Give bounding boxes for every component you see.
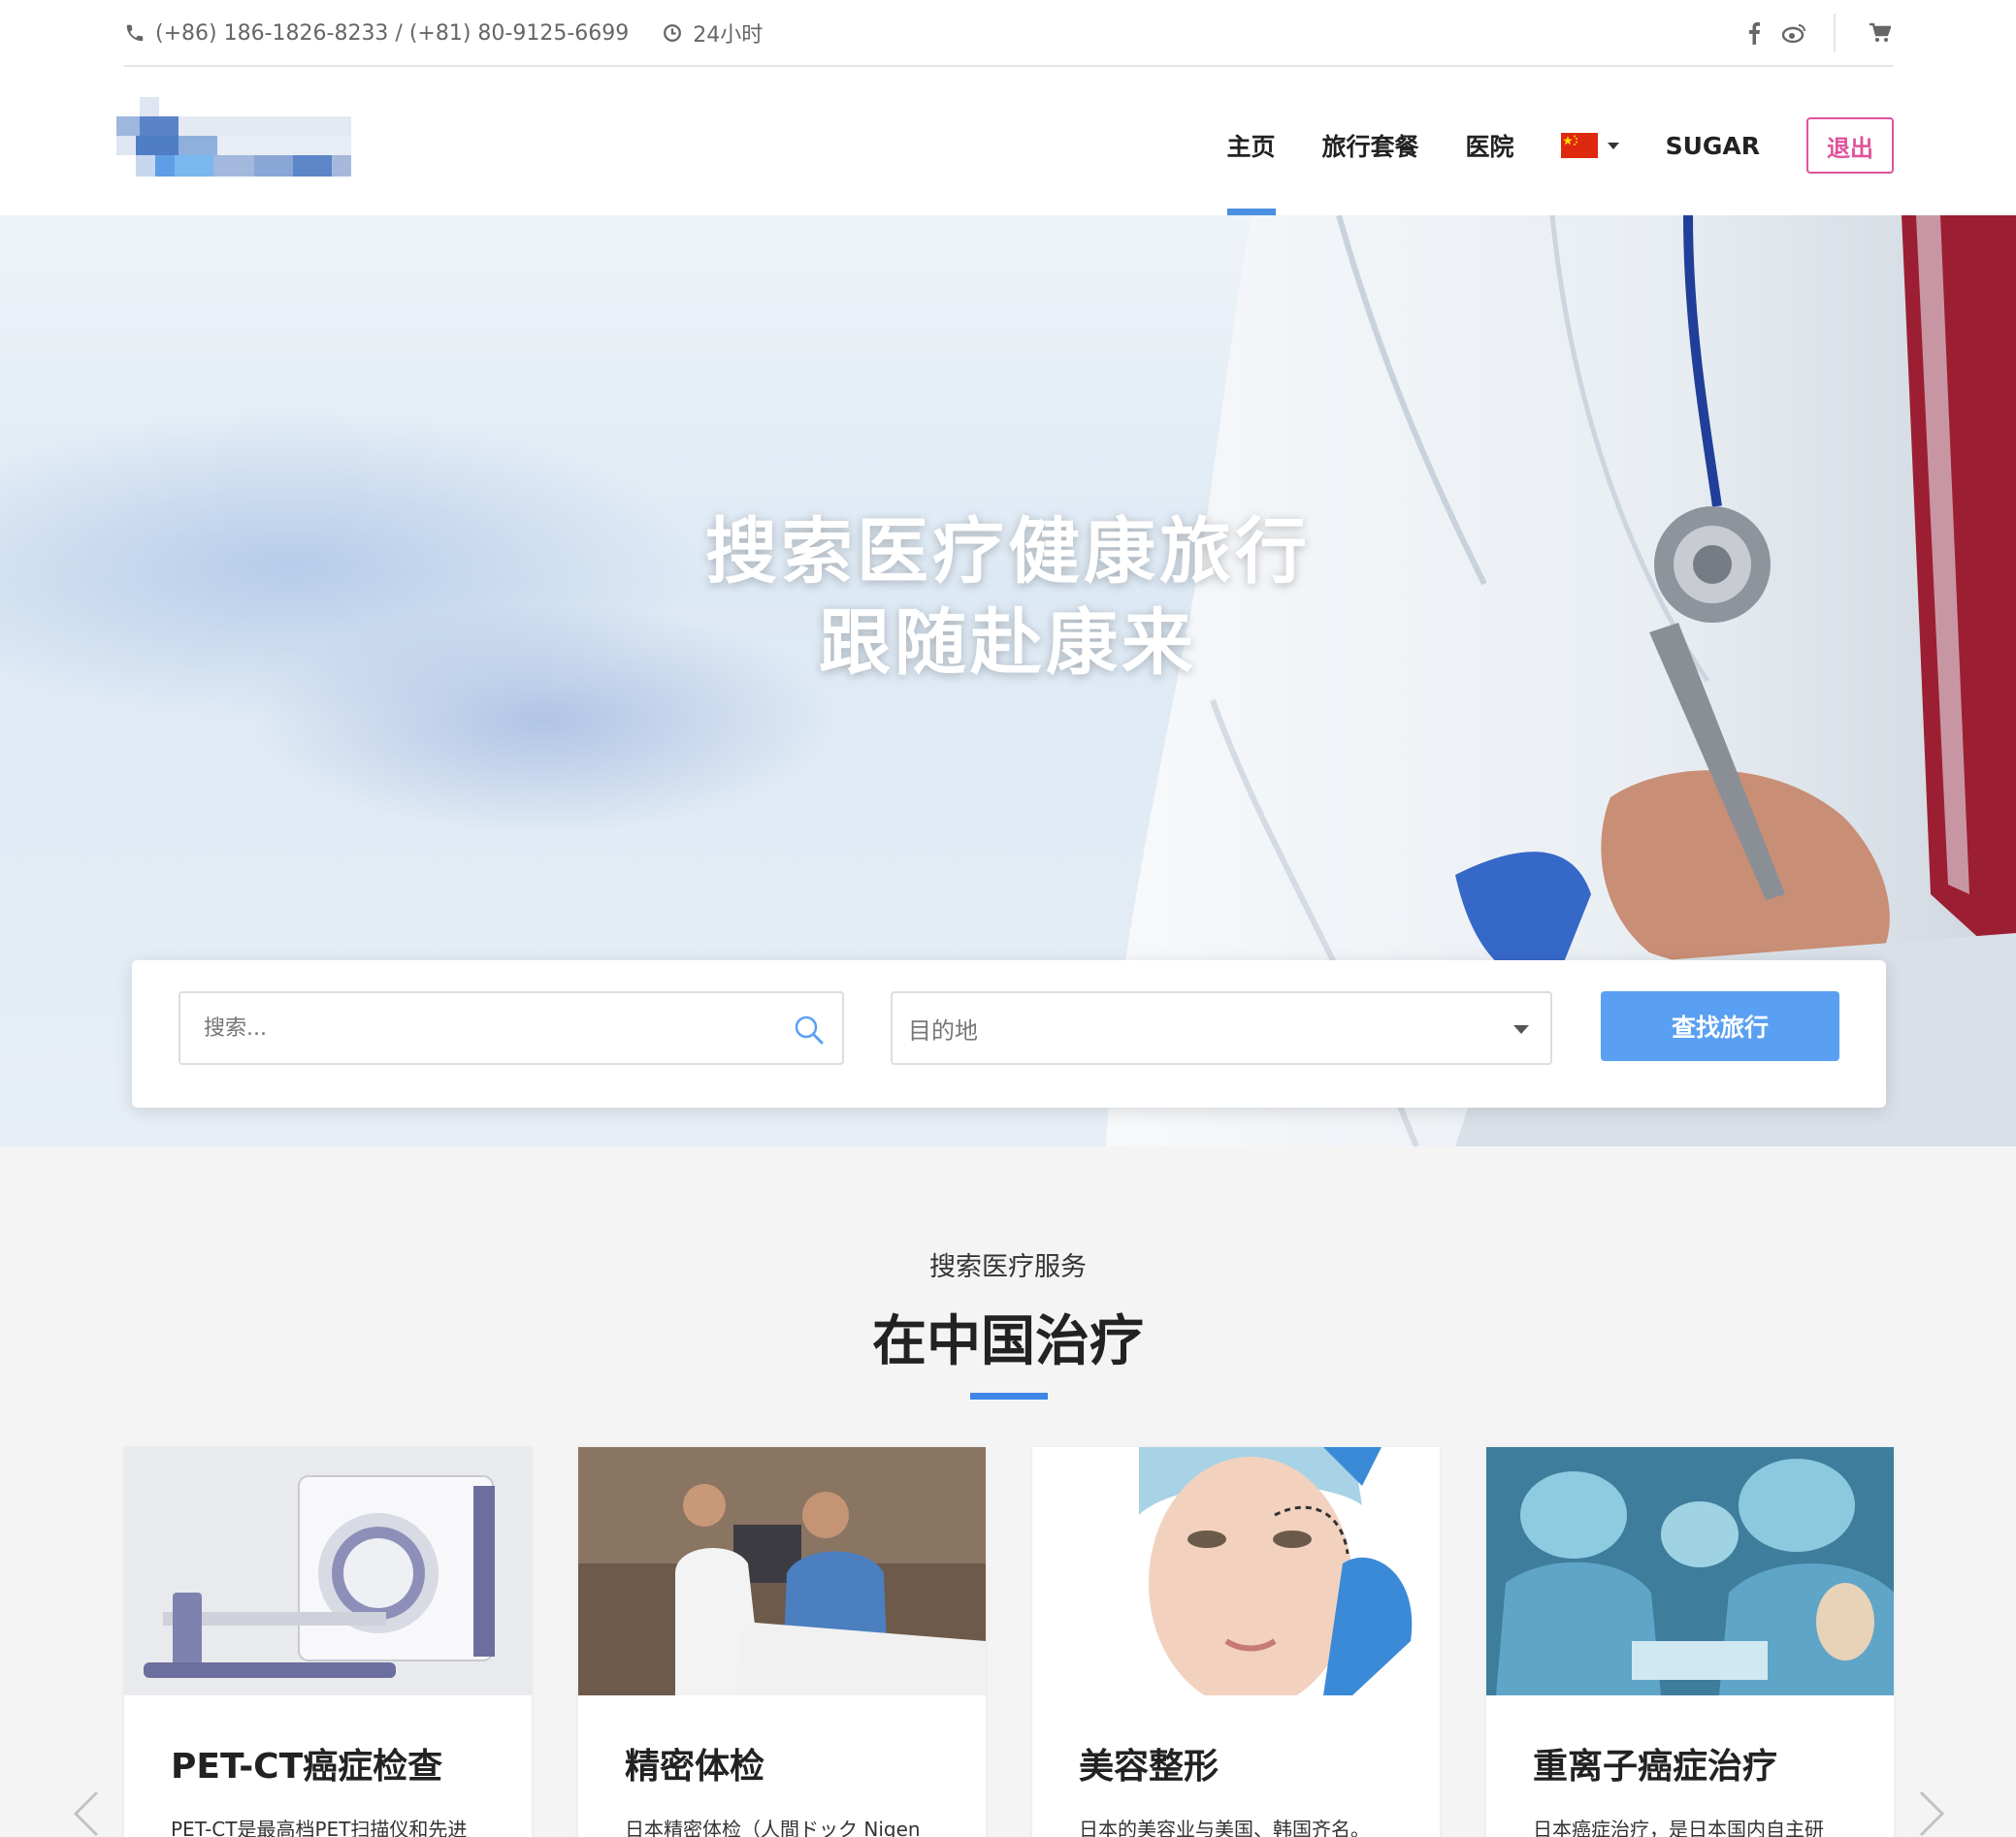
hours-text: 24小时 — [693, 23, 764, 48]
phone-text: (+86) 186-1826-8233 / (+81) 80-9125-6699 — [155, 20, 630, 46]
title-underline — [970, 1393, 1048, 1400]
find-trip-button[interactable]: 查找旅行 — [1601, 991, 1839, 1061]
card-title: 精密体检 — [625, 1747, 765, 1787]
hero-title-line1: 搜索医疗健康旅行 — [705, 510, 1311, 594]
card-description: 日本癌症治疗，是日本国内自主研 — [1533, 1818, 1824, 1837]
search-icon[interactable] — [792, 1013, 827, 1047]
destination-select[interactable]: 目的地 — [891, 991, 1552, 1065]
carousel-next-icon[interactable] — [1917, 1790, 1946, 1837]
main-nav: 主页 旅行套餐 医院 SUGAR 退出 — [1181, 116, 1894, 215]
top-bar-inner: (+86) 186-1826-8233 / (+81) 80-9125-6699… — [124, 0, 1894, 67]
cosmetic-surgery-image — [1032, 1447, 1440, 1695]
service-card-checkup[interactable]: 精密体检 日本精密体检（人間ドック Nigen — [578, 1447, 986, 1837]
nav-hospitals[interactable]: 医院 — [1466, 116, 1514, 175]
hero-title: 搜索医疗健康旅行 跟随赴康来 — [0, 506, 2016, 689]
destination-label: 目的地 — [908, 1016, 978, 1045]
main-header: 主页 旅行套餐 医院 SUGAR 退出 — [0, 68, 2016, 215]
service-card-petct[interactable]: PET-CT癌症检查 PET-CT是最高档PET扫描仪和先进 — [124, 1447, 532, 1837]
hero-title-line2: 跟随赴康来 — [819, 601, 1197, 685]
phone-icon — [126, 24, 144, 42]
logout-button[interactable]: 退出 — [1806, 117, 1894, 174]
social-links — [1727, 14, 1894, 52]
weibo-icon[interactable] — [1781, 19, 1808, 47]
card-description: 日本的美容业与美国、韩国齐名。 — [1079, 1818, 1370, 1837]
search-field[interactable] — [179, 991, 844, 1065]
language-selector[interactable] — [1560, 133, 1619, 158]
card-description: PET-CT是最高档PET扫描仪和先进 — [171, 1818, 468, 1837]
doctor-exam-image — [578, 1447, 986, 1695]
site-logo[interactable] — [116, 97, 351, 177]
card-description: 日本精密体检（人間ドック Nigen — [625, 1818, 921, 1837]
chevron-down-icon — [1607, 142, 1619, 149]
search-panel: 目的地 查找旅行 — [132, 960, 1886, 1108]
china-flag-icon — [1560, 133, 1598, 158]
contact-info: (+86) 186-1826-8233 / (+81) 80-9125-6699… — [124, 17, 763, 48]
hero-banner: 搜索医疗健康旅行 跟随赴康来 目的地 查找旅行 — [0, 215, 2016, 1146]
search-input[interactable] — [204, 1015, 747, 1041]
carousel-prev-icon[interactable] — [72, 1790, 101, 1837]
card-title: 重离子癌症治疗 — [1533, 1747, 1778, 1787]
social-divider — [1834, 14, 1836, 52]
card-title: PET-CT癌症检查 — [171, 1747, 443, 1787]
clock-icon — [664, 24, 682, 42]
service-card-heavy-ion[interactable]: 重离子癌症治疗 日本癌症治疗，是日本国内自主研 — [1486, 1447, 1894, 1837]
user-name[interactable]: SUGAR — [1666, 116, 1760, 175]
hours: 24小时 — [662, 17, 763, 48]
top-bar: (+86) 186-1826-8233 / (+81) 80-9125-6699… — [0, 0, 2016, 68]
services-subtitle: 搜索医疗服务 — [929, 1252, 1087, 1282]
card-title: 美容整形 — [1079, 1747, 1219, 1787]
nav-home[interactable]: 主页 — [1226, 116, 1276, 215]
cart-icon[interactable] — [1867, 19, 1894, 47]
services-title: 在中国治疗 — [872, 1310, 1144, 1373]
nav-travel-packages[interactable]: 旅行套餐 — [1322, 116, 1419, 175]
chevron-down-icon — [1513, 1025, 1529, 1034]
surgery-team-image — [1486, 1447, 1894, 1695]
facebook-icon[interactable] — [1740, 19, 1768, 47]
petct-scanner-image — [124, 1447, 532, 1695]
service-card-cosmetic[interactable]: 美容整形 日本的美容业与美国、韩国齐名。 — [1032, 1447, 1440, 1837]
